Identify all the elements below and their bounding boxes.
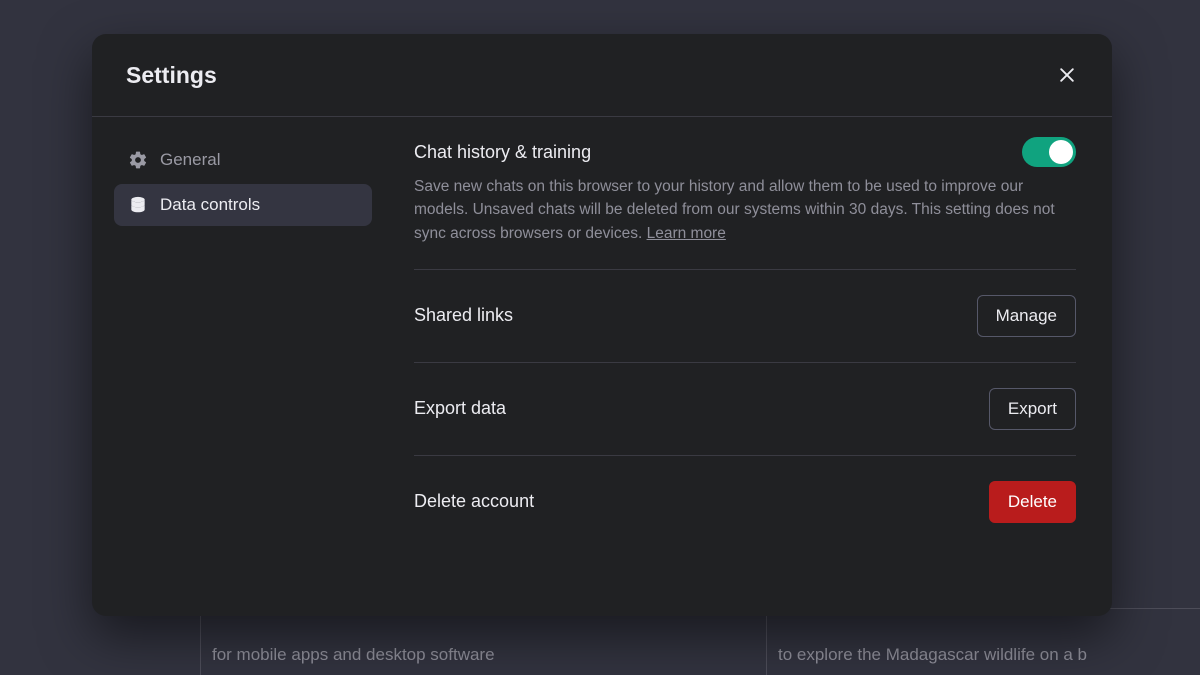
chat-history-title: Chat history & training (414, 142, 591, 163)
close-button[interactable] (1052, 60, 1082, 90)
delete-account-label: Delete account (414, 491, 534, 512)
sidebar-item-label: Data controls (160, 195, 260, 215)
sidebar-item-data-controls[interactable]: Data controls (114, 184, 372, 226)
manage-button[interactable]: Manage (977, 295, 1076, 337)
modal-title: Settings (126, 62, 217, 89)
modal-body: General Data controls Chat history & tra… (92, 117, 1112, 616)
setting-shared-links: Shared links Manage (414, 270, 1076, 363)
setting-chat-history: Chat history & training Save new chats o… (414, 137, 1076, 270)
shared-links-label: Shared links (414, 305, 513, 326)
modal-header: Settings (92, 34, 1112, 117)
settings-sidebar: General Data controls (114, 137, 372, 588)
delete-button[interactable]: Delete (989, 481, 1076, 523)
database-icon (128, 195, 148, 215)
sidebar-item-general[interactable]: General (114, 139, 372, 181)
chat-history-toggle[interactable] (1022, 137, 1076, 167)
settings-content: Chat history & training Save new chats o… (372, 137, 1090, 588)
sidebar-item-label: General (160, 150, 220, 170)
gear-icon (128, 150, 148, 170)
bg-text-left: for mobile apps and desktop software (212, 645, 495, 665)
close-icon (1057, 65, 1077, 85)
setting-export-data: Export data Export (414, 363, 1076, 456)
export-button[interactable]: Export (989, 388, 1076, 430)
setting-delete-account: Delete account Delete (414, 456, 1076, 548)
export-data-label: Export data (414, 398, 506, 419)
learn-more-link[interactable]: Learn more (647, 225, 726, 242)
chat-history-description: Save new chats on this browser to your h… (414, 167, 1076, 269)
settings-modal: Settings General (92, 34, 1112, 616)
bg-text-right: to explore the Madagascar wildlife on a … (778, 645, 1087, 665)
